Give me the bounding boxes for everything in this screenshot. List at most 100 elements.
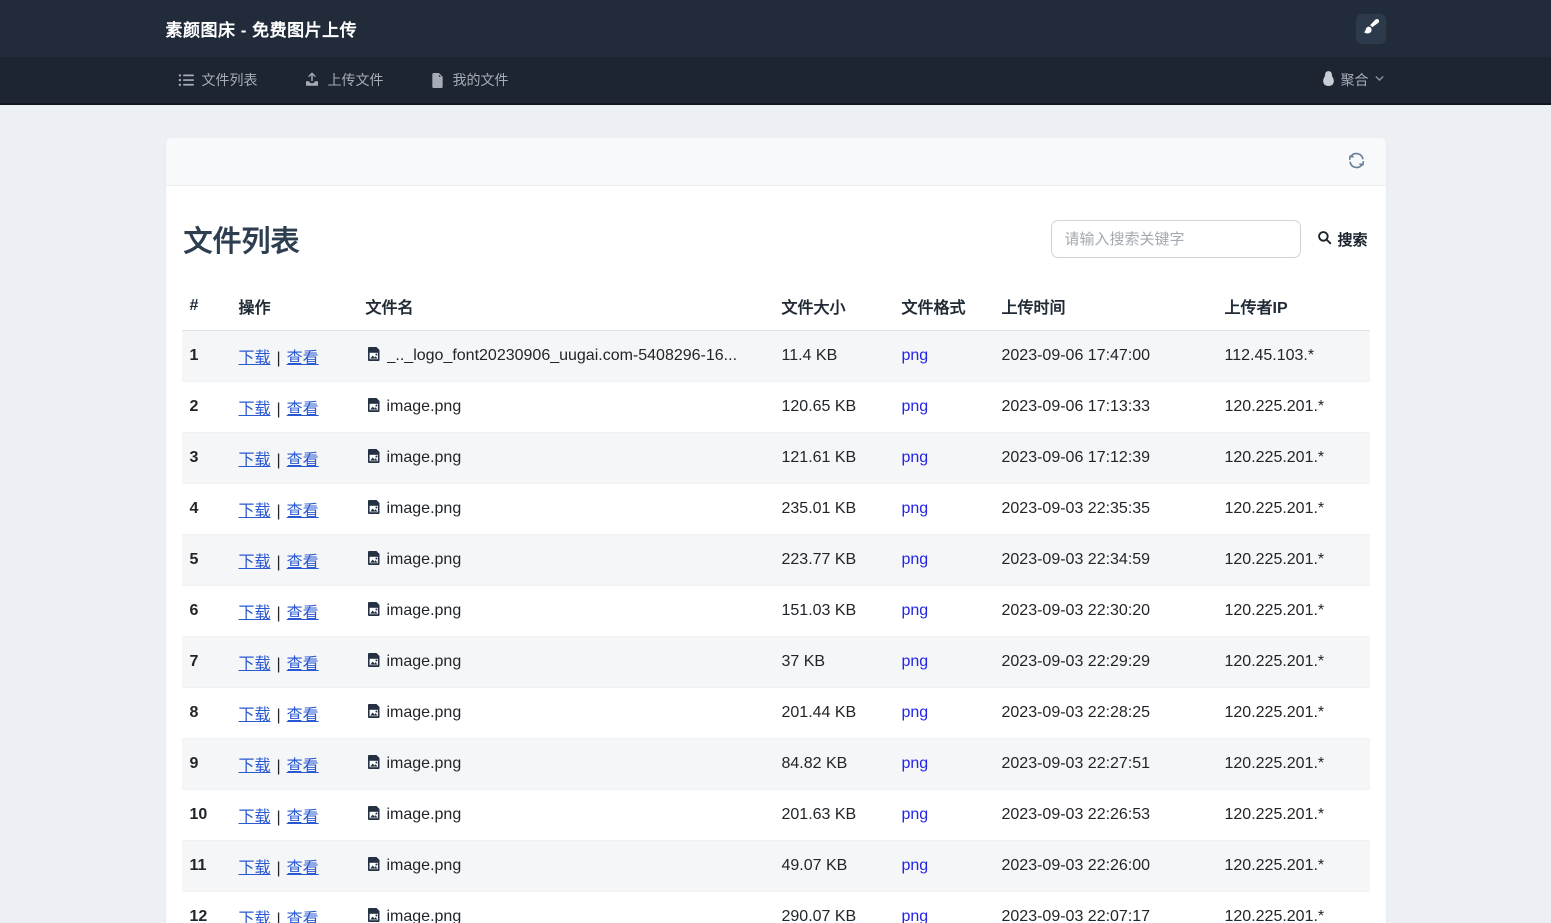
refresh-button[interactable] (1347, 151, 1366, 173)
download-link[interactable]: 下载 (239, 860, 271, 877)
format-link[interactable]: png (902, 602, 929, 619)
format-link[interactable]: png (902, 908, 929, 923)
view-link[interactable]: 查看 (287, 860, 319, 877)
file-image-icon (366, 550, 382, 571)
row-actions: 下载 | 查看 (230, 534, 358, 586)
download-link[interactable]: 下载 (239, 554, 271, 571)
file-name: image.png (386, 857, 462, 874)
search-input[interactable] (1051, 220, 1302, 258)
row-index: 9 (181, 738, 231, 790)
format-link[interactable]: png (902, 857, 929, 874)
view-link[interactable]: 查看 (287, 605, 319, 622)
format-link[interactable]: png (902, 551, 929, 568)
download-link[interactable]: 下载 (239, 809, 271, 826)
column-header-format: 文件格式 (893, 284, 994, 331)
file-name: image.png (386, 908, 462, 923)
file-size: 151.03 KB (773, 585, 894, 637)
file-size: 201.44 KB (773, 687, 894, 739)
upload-time: 2023-09-03 22:07:17 (993, 891, 1217, 923)
format-link[interactable]: png (902, 347, 929, 364)
row-filename-cell: image.png (357, 585, 774, 637)
file-name: image.png (386, 755, 462, 772)
view-link[interactable]: 查看 (287, 452, 319, 469)
list-icon (178, 72, 194, 88)
row-actions: 下载 | 查看 (230, 585, 358, 637)
file-size: 11.4 KB (773, 330, 894, 382)
file-size: 223.77 KB (773, 534, 894, 586)
file-size: 201.63 KB (773, 789, 894, 841)
file-name: image.png (386, 653, 462, 670)
row-actions: 下载 | 查看 (230, 891, 358, 923)
column-header-actions: 操作 (230, 284, 358, 331)
table-row: 8 下载 | 查看 image.png 201.44 KB png 2023-09-03 22… (181, 687, 1370, 739)
page-content: 文件列表 搜索 # 操作 文件名 (0, 105, 1551, 923)
download-link[interactable]: 下载 (239, 707, 271, 724)
table-row: 5 下载 | 查看 image.png 223.77 KB png 2023-09-03 22… (181, 534, 1370, 586)
format-link[interactable]: png (902, 704, 929, 721)
nav-item-label: 上传文件 (327, 72, 384, 88)
download-link[interactable]: 下载 (239, 656, 271, 673)
download-link[interactable]: 下载 (239, 758, 271, 775)
nav-item-file-list[interactable]: 文件列表 (178, 70, 258, 90)
row-filename-cell: image.png (357, 738, 774, 790)
view-link[interactable]: 查看 (287, 707, 319, 724)
file-size: 84.82 KB (773, 738, 894, 790)
format-link[interactable]: png (902, 755, 929, 772)
download-link[interactable]: 下载 (239, 605, 271, 622)
format-link[interactable]: png (902, 653, 929, 670)
table-row: 11 下载 | 查看 image.png 49.07 KB png 2023-09-03 22… (181, 840, 1370, 892)
view-link[interactable]: 查看 (287, 401, 319, 418)
download-link[interactable]: 下载 (239, 350, 271, 367)
row-format-cell: png (893, 840, 994, 892)
search-icon (1317, 230, 1332, 249)
download-link[interactable]: 下载 (239, 401, 271, 418)
upload-time: 2023-09-03 22:35:35 (993, 483, 1217, 535)
search-button[interactable]: 搜索 (1317, 229, 1368, 250)
upload-time: 2023-09-06 17:47:00 (993, 330, 1217, 382)
nav-item-my-files[interactable]: 我的文件 (430, 70, 509, 90)
file-name: image.png (386, 806, 462, 823)
view-link[interactable]: 查看 (287, 350, 319, 367)
view-link[interactable]: 查看 (287, 656, 319, 673)
row-actions: 下载 | 查看 (230, 381, 358, 433)
theme-brush-button[interactable] (1355, 13, 1386, 44)
view-link[interactable]: 查看 (287, 911, 319, 923)
file-list-card: 文件列表 搜索 # 操作 文件名 (165, 138, 1386, 923)
format-link[interactable]: png (902, 398, 929, 415)
action-separator: | (276, 350, 281, 367)
download-link[interactable]: 下载 (239, 503, 271, 520)
view-link[interactable]: 查看 (287, 758, 319, 775)
view-link[interactable]: 查看 (287, 503, 319, 520)
download-link[interactable]: 下载 (239, 911, 271, 923)
table-row: 2 下载 | 查看 image.png 120.65 KB png 2023-09-06 17… (181, 381, 1370, 433)
card-header (165, 138, 1386, 186)
view-link[interactable]: 查看 (287, 554, 319, 571)
format-link[interactable]: png (902, 806, 929, 823)
table-row: 1 下载 | 查看 _.._logo_font20230906_uugai.com-54… (181, 330, 1370, 382)
file-name: image.png (386, 449, 462, 466)
uploader-ip: 120.225.201.* (1216, 483, 1370, 535)
file-name: image.png (386, 500, 462, 517)
view-link[interactable]: 查看 (287, 809, 319, 826)
row-actions: 下载 | 查看 (230, 840, 358, 892)
table-row: 9 下载 | 查看 image.png 84.82 KB png 2023-09-03 22:… (181, 738, 1370, 790)
user-menu-dropdown[interactable]: 聚合 (1320, 70, 1386, 90)
file-icon (430, 72, 445, 88)
row-filename-cell: image.png (357, 840, 774, 892)
column-header-time: 上传时间 (993, 284, 1217, 331)
upload-time: 2023-09-06 17:13:33 (993, 381, 1217, 433)
chevron-down-icon (1373, 72, 1386, 88)
format-link[interactable]: png (902, 449, 929, 466)
file-name: _.._logo_font20230906_uugai.com-5408296-… (386, 347, 738, 364)
download-link[interactable]: 下载 (239, 452, 271, 469)
file-size: 120.65 KB (773, 381, 894, 433)
uploader-ip: 120.225.201.* (1216, 738, 1370, 790)
brush-icon (1363, 18, 1379, 38)
action-separator: | (276, 554, 281, 571)
format-link[interactable]: png (902, 500, 929, 517)
row-format-cell: png (893, 483, 994, 535)
upload-time: 2023-09-03 22:27:51 (993, 738, 1217, 790)
row-actions: 下载 | 查看 (230, 483, 358, 535)
nav-item-upload[interactable]: 上传文件 (304, 70, 384, 90)
row-index: 1 (181, 330, 231, 382)
